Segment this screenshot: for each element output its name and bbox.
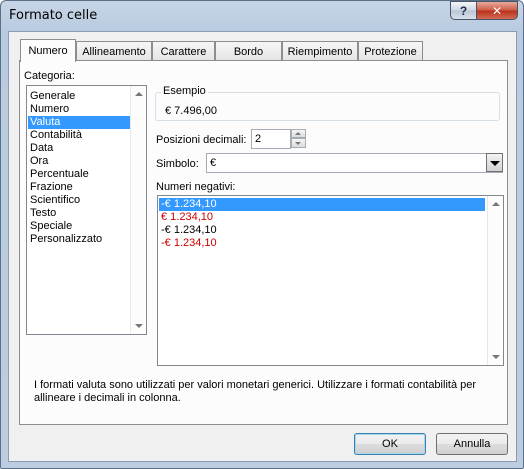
tab-label: Carattere bbox=[160, 45, 207, 58]
symbol-dropdown-button[interactable] bbox=[486, 153, 503, 172]
scroll-down-icon[interactable] bbox=[492, 355, 500, 359]
category-label: Categoria: bbox=[24, 70, 75, 82]
decimals-spin-up[interactable] bbox=[291, 129, 306, 138]
tab-label: Allineamento bbox=[82, 45, 146, 58]
decimals-spin-down[interactable] bbox=[291, 138, 306, 148]
dialog-client-area: Numero Allineamento Carattere Bordo Riem… bbox=[8, 31, 517, 462]
tab-bordo[interactable]: Bordo bbox=[215, 41, 282, 61]
scroll-down-icon[interactable] bbox=[135, 324, 143, 328]
format-cells-dialog: Formato celle ? ✕ Numero Allineamento Ca… bbox=[0, 0, 524, 469]
category-scrollbar[interactable] bbox=[130, 86, 146, 334]
scroll-up-icon[interactable] bbox=[135, 92, 143, 96]
category-item-contabilita[interactable]: Contabilità bbox=[28, 129, 130, 142]
symbol-combobox[interactable]: € bbox=[206, 153, 503, 173]
title-bar[interactable]: Formato celle ? ✕ bbox=[1, 1, 523, 31]
category-item-scientifico[interactable]: Scientifico bbox=[28, 194, 130, 207]
negative-numbers-label: Numeri negativi: bbox=[156, 181, 236, 193]
symbol-value: € bbox=[210, 157, 217, 169]
scroll-up-icon[interactable] bbox=[492, 202, 500, 206]
cancel-button[interactable]: Annulla bbox=[436, 433, 508, 455]
negative-numbers-scrollbar[interactable] bbox=[487, 196, 503, 365]
category-item-percentuale[interactable]: Percentuale bbox=[28, 168, 130, 181]
decimals-input[interactable]: 2 bbox=[251, 129, 291, 149]
tab-label: Riempimento bbox=[287, 45, 353, 58]
sample-value: € 7.496,00 bbox=[165, 105, 217, 117]
close-icon: ✕ bbox=[491, 3, 503, 18]
category-listbox[interactable]: Generale Numero Valuta Contabilità Data … bbox=[26, 85, 147, 335]
tab-label: Bordo bbox=[233, 45, 264, 58]
tab-label: Protezione bbox=[364, 45, 417, 58]
chevron-down-icon bbox=[490, 161, 500, 166]
category-item-valuta[interactable]: Valuta bbox=[28, 116, 130, 129]
format-description: I formati valuta sono utilizzati per val… bbox=[34, 379, 477, 404]
category-item-data[interactable]: Data bbox=[28, 142, 130, 155]
tab-label: Numero bbox=[28, 45, 68, 57]
tab-allineamento[interactable]: Allineamento bbox=[76, 41, 152, 61]
spin-down-icon bbox=[295, 142, 301, 145]
tab-panel-numero: Categoria: Generale Numero Valuta Contab… bbox=[19, 60, 508, 425]
tab-carattere[interactable]: Carattere bbox=[152, 41, 215, 61]
category-item-generale[interactable]: Generale bbox=[28, 90, 130, 103]
ok-button[interactable]: OK bbox=[354, 433, 426, 455]
help-icon: ? bbox=[459, 3, 468, 18]
tab-numero[interactable]: Numero bbox=[20, 39, 76, 62]
category-item-speciale[interactable]: Speciale bbox=[28, 220, 130, 233]
category-item-numero[interactable]: Numero bbox=[28, 103, 130, 116]
tab-protezione[interactable]: Protezione bbox=[358, 41, 423, 61]
close-button[interactable]: ✕ bbox=[476, 1, 518, 20]
category-item-testo[interactable]: Testo bbox=[28, 207, 130, 220]
symbol-label: Simbolo: bbox=[156, 158, 199, 170]
negative-numbers-listbox[interactable]: -€ 1.234,10 € 1.234,10 -€ 1.234,10 -€ 1.… bbox=[157, 195, 504, 366]
help-button[interactable]: ? bbox=[450, 1, 477, 20]
category-item-personalizzato[interactable]: Personalizzato bbox=[28, 233, 130, 246]
spin-up-icon bbox=[295, 132, 301, 135]
tab-riempimento[interactable]: Riempimento bbox=[282, 41, 358, 61]
category-item-frazione[interactable]: Frazione bbox=[28, 181, 130, 194]
window-title: Formato celle bbox=[9, 8, 98, 23]
negative-format-item[interactable]: -€ 1.234,10 bbox=[159, 237, 485, 250]
negative-format-item[interactable]: € 1.234,10 bbox=[159, 211, 485, 224]
sample-label: Esempio bbox=[161, 85, 208, 97]
negative-format-item[interactable]: -€ 1.234,10 bbox=[159, 198, 485, 211]
decimals-label: Posizioni decimali: bbox=[156, 134, 247, 146]
negative-format-item[interactable]: -€ 1.234,10 bbox=[159, 224, 485, 237]
category-item-ora[interactable]: Ora bbox=[28, 155, 130, 168]
